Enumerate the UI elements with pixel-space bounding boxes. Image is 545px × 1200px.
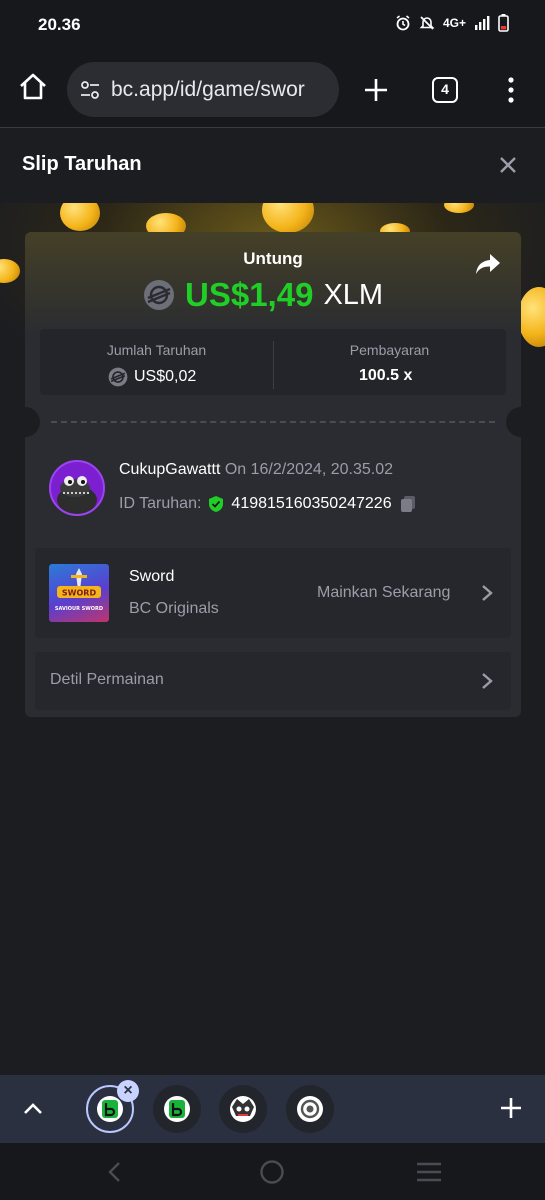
bet-amount-value: US$0,02 [134,368,197,385]
home-icon[interactable] [18,72,48,102]
bet-amount-label: Jumlah Taruhan [106,342,207,358]
win-label: Untung [243,249,303,268]
coin-decoration [0,259,20,283]
bet-slip-card: Untung US$1,49 XLM Jumlah Taruhan US$0,0… [25,232,521,717]
game-logo-title: SWORD [62,589,97,598]
chevron-right-icon[interactable] [480,672,494,690]
game-row[interactable]: SWORD SAVIOUR SWORD Sword BC Originals M… [35,548,511,638]
recents-icon[interactable] [415,1161,443,1183]
signal-icon [475,16,490,30]
network-label: 4G+ [442,16,466,30]
coin-decoration [262,203,314,233]
chrome-icon [297,1096,323,1122]
bet-id-value: 419815160350247226 [231,495,392,512]
bet-stats: Jumlah Taruhan US$0,02 Pembayaran 100.5 … [40,329,506,395]
raccoon-icon [230,1096,256,1122]
share-arrow-icon[interactable] [474,250,502,278]
status-time: 20.36 [38,15,81,34]
stellar-xlm-icon [144,280,174,310]
modal-title: Slip Taruhan [22,153,142,175]
game-details-label[interactable]: Detil Permainan [50,671,164,689]
win-amount-row: US$1,49 XLM [143,275,383,315]
stellar-xlm-icon [108,367,128,387]
battery-icon [498,14,509,32]
game-provider: BC Originals [129,600,219,617]
tab-bc-game[interactable] [153,1085,201,1133]
ticket-divider [51,421,495,423]
coin-decoration [444,203,474,213]
win-currency: XLM [323,278,384,311]
modal-header: Slip Taruhan [0,129,545,203]
more-menu-icon[interactable] [502,76,520,104]
bet-id-row: ID Taruhan: 419815160350247226 [119,494,418,514]
username[interactable]: CukupGawattt [119,461,220,478]
bc-game-icon [164,1096,190,1122]
close-tab-icon[interactable]: × [117,1080,139,1102]
chevron-right-icon[interactable] [480,584,494,602]
tab-chrome[interactable] [286,1085,334,1133]
bet-date: On 16/2/2024, 20.35.02 [224,461,393,478]
shield-check-icon [209,496,224,512]
tab-raccoon-site[interactable] [219,1085,267,1133]
game-thumbnail[interactable]: SWORD SAVIOUR SWORD [49,564,109,622]
mute-bell-icon [419,16,435,30]
alarm-icon [396,15,410,31]
win-amount: US$1,49 [185,276,314,313]
crocodile-avatar-icon [57,476,97,514]
address-bar[interactable]: bc.app/id/game/swor [67,62,339,117]
close-icon[interactable] [498,155,518,175]
status-bar: 20.36 4G+ [0,0,545,50]
coin-decoration [518,287,545,347]
bet-id-label: ID Taruhan: [119,495,202,512]
browser-toolbar: bc.app/id/game/swor 4 [0,50,545,128]
url-text[interactable]: bc.app/id/game/swor [111,78,305,102]
system-nav-bar [0,1143,545,1200]
home-circle-icon[interactable] [259,1159,285,1185]
game-name: Sword [129,568,175,585]
game-logo-subtitle: SAVIOUR SWORD [55,606,103,612]
add-tab-icon[interactable] [499,1096,523,1120]
bet-amount-row: US$0,02 [108,367,196,387]
new-tab-icon[interactable] [362,76,390,104]
site-settings-icon[interactable] [79,79,101,101]
bet-user-line: CukupGawattt On 16/2/2024, 20.35.02 [119,461,393,479]
game-details-row[interactable]: Detil Permainan [35,652,511,710]
sword-game-logo-icon: SWORD SAVIOUR SWORD [55,568,103,612]
play-now-link[interactable]: Mainkan Sekarang [317,584,450,602]
back-icon[interactable] [104,1160,124,1184]
chevron-up-icon[interactable] [22,1098,44,1120]
tab-switcher-button[interactable]: 4 [432,77,458,103]
browser-tab-strip [0,1075,545,1143]
copy-icon[interactable] [398,494,418,514]
payout-label: Pembayaran [349,342,430,358]
status-icons: 4G+ [395,14,509,32]
avatar[interactable] [49,460,105,516]
payout-value: 100.5 x [359,367,413,384]
coin-decoration [60,203,100,231]
